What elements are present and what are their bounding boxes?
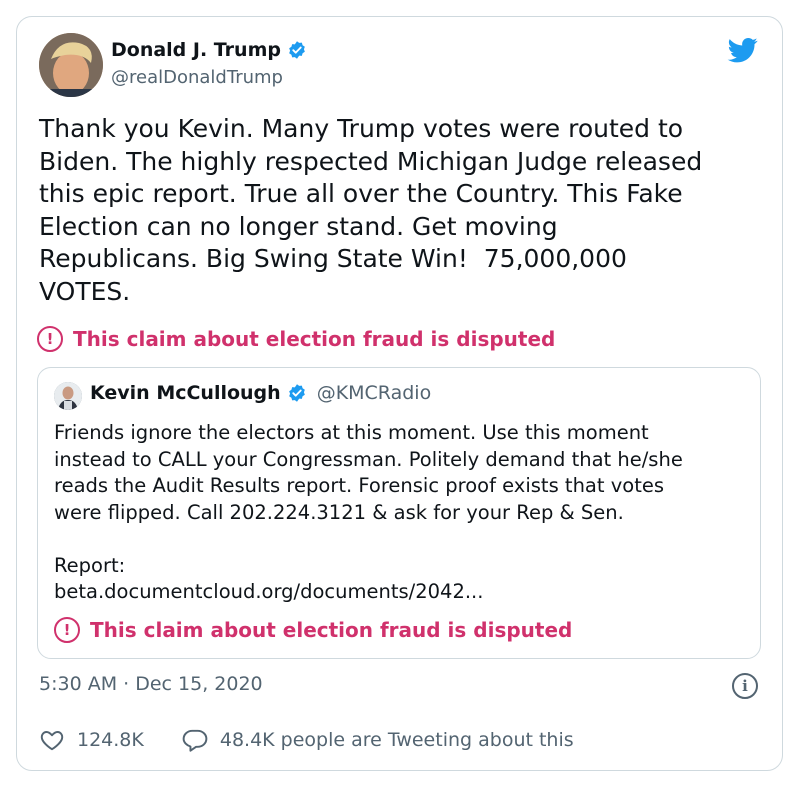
quoted-tweet[interactable]: Kevin McCullough @KMCRadio Friends ignor… bbox=[37, 367, 761, 659]
quote-disputed-label[interactable]: ! This claim about election fraud is dis… bbox=[54, 617, 572, 643]
verified-badge-icon bbox=[288, 384, 305, 402]
tweet-text: Thank you Kevin. Many Trump votes were r… bbox=[39, 114, 703, 306]
quote-disputed-label-text[interactable]: This claim about election fraud is dispu… bbox=[90, 618, 572, 642]
exclamation-circle-icon: ! bbox=[54, 617, 80, 643]
author-avatar[interactable] bbox=[39, 33, 103, 97]
tweet-timestamp[interactable]: 5:30 AM · Dec 15, 2020 bbox=[39, 673, 263, 695]
quote-author-name: Kevin McCullough bbox=[90, 382, 281, 404]
quote-author-handle: @KMCRadio bbox=[316, 382, 432, 404]
info-icon[interactable]: i bbox=[732, 673, 758, 699]
speech-bubble-icon bbox=[182, 729, 208, 752]
quote-text: Friends ignore the electors at this mome… bbox=[54, 421, 683, 603]
tweet-card: Donald J. Trump @realDonaldTrump Thank y… bbox=[16, 16, 783, 771]
like-count: 124.8K bbox=[77, 729, 144, 751]
reply-count-text[interactable]: 48.4K people are Tweeting about this bbox=[220, 729, 574, 751]
author-handle[interactable]: @realDonaldTrump bbox=[111, 67, 283, 88]
author-name-row[interactable]: Donald J. Trump bbox=[111, 39, 307, 61]
disputed-label[interactable]: ! This claim about election fraud is dis… bbox=[37, 326, 555, 352]
author-name[interactable]: Donald J. Trump bbox=[111, 39, 281, 61]
verified-badge-icon bbox=[289, 41, 305, 59]
exclamation-circle-icon: ! bbox=[37, 326, 63, 352]
twitter-bird-icon[interactable] bbox=[726, 35, 760, 65]
quote-header: Kevin McCullough @KMCRadio bbox=[90, 382, 431, 404]
reply-button[interactable]: 48.4K people are Tweeting about this bbox=[182, 727, 574, 753]
tweet-actions: 124.8K 48.4K people are Tweeting about t… bbox=[39, 727, 574, 753]
disputed-label-text[interactable]: This claim about election fraud is dispu… bbox=[73, 327, 555, 351]
quote-author-avatar bbox=[54, 382, 82, 410]
heart-icon bbox=[40, 731, 64, 751]
like-button[interactable]: 124.8K bbox=[39, 727, 144, 753]
